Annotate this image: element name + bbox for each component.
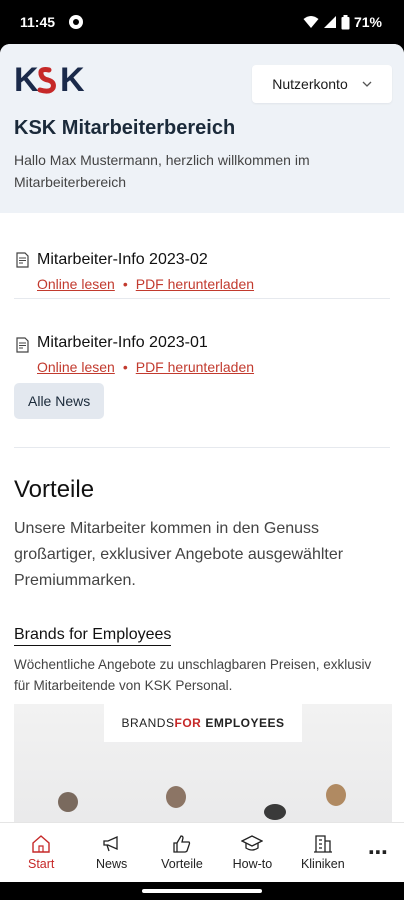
megaphone-icon [102, 835, 118, 851]
news-item: Mitarbeiter-Info 2023-01 Online lesen • … [14, 298, 390, 383]
app-screen: K K Nutzerkonto KSK Mitarbeiterbereich H… [0, 44, 404, 882]
photo-person [166, 786, 186, 808]
notification-icon [69, 15, 84, 29]
document-icon [16, 337, 29, 353]
all-news-button[interactable]: Alle News [14, 383, 105, 419]
vorteile-section: Vorteile Unsere Mitarbeiter kommen in de… [0, 448, 404, 834]
banner-text-2: FOR [174, 716, 202, 730]
signal-icon [323, 16, 336, 28]
battery-percent: 71% [353, 14, 382, 30]
link-separator: • [122, 276, 128, 292]
news-title: Mitarbeiter-Info 2023-02 [37, 251, 208, 268]
photo-person [264, 804, 286, 820]
gesture-bar [0, 882, 404, 900]
news-title: Mitarbeiter-Info 2023-01 [37, 334, 208, 351]
more-menu-button[interactable]: ⋯ [358, 840, 398, 865]
news-section: Mitarbeiter-Info 2023-02 Online lesen • … [0, 213, 404, 448]
building-icon [313, 834, 332, 853]
photo-person [58, 792, 78, 812]
account-dropdown-button[interactable]: Nutzerkonto [252, 65, 392, 103]
nav-item-kliniken[interactable]: Kliniken [288, 834, 358, 871]
nav-label: How-to [232, 856, 273, 871]
download-pdf-link[interactable]: PDF herunterladen [136, 359, 254, 375]
section-title: Vorteile [14, 476, 95, 503]
photo-person [326, 784, 346, 806]
brand-description: Wöchentliche Angebote zu unschlagbaren P… [14, 657, 372, 693]
home-indicator[interactable] [142, 889, 262, 893]
status-time: 11:45 [20, 14, 56, 30]
document-icon [16, 252, 29, 268]
banner-text-3: EMPLOYEES [205, 716, 285, 730]
battery-icon [341, 14, 350, 29]
section-description: Unsere Mitarbeiter kommen in den Genuss … [14, 520, 344, 589]
nav-label: News [95, 856, 128, 871]
nav-item-start[interactable]: Start [6, 834, 76, 871]
link-separator: • [122, 359, 128, 375]
nav-label: Vorteile [161, 856, 203, 871]
home-icon [32, 834, 50, 853]
page-header: K K Nutzerkonto KSK Mitarbeiterbereich H… [0, 44, 404, 213]
account-label: Nutzerkonto [272, 76, 348, 92]
nav-item-news[interactable]: News [76, 835, 146, 871]
status-bar: 11:45 71% [0, 0, 404, 44]
read-online-link[interactable]: Online lesen [37, 359, 115, 375]
nav-label: Kliniken [300, 856, 345, 871]
svg-text:K: K [14, 62, 39, 96]
page-title: KSK Mitarbeiterbereich [14, 117, 236, 139]
welcome-text: Hallo Max Mustermann, herzlich willkomme… [14, 152, 310, 190]
brands-for-employees-image[interactable]: BRANDS FOR EMPLOYEES [14, 704, 392, 834]
news-item: Mitarbeiter-Info 2023-02 Online lesen • … [14, 213, 390, 298]
read-online-link[interactable]: Online lesen [37, 276, 115, 292]
graduation-cap-icon [241, 834, 264, 851]
nav-label: Start [28, 856, 55, 871]
thumbs-up-icon [173, 834, 191, 853]
svg-text:K: K [60, 62, 85, 96]
download-pdf-link[interactable]: PDF herunterladen [136, 276, 254, 292]
brands-for-employees-link[interactable]: Brands for Employees [14, 626, 172, 646]
brand-banner: BRANDS FOR EMPLOYEES [104, 704, 302, 742]
banner-text-1: BRANDS [121, 716, 175, 730]
wifi-icon [303, 16, 319, 28]
nav-item-how-to[interactable]: How-to [217, 834, 287, 871]
bottom-navigation: Start News Vorteile How-to Kliniken ⋯ [0, 822, 404, 882]
chevron-down-icon [362, 81, 372, 87]
nav-item-vorteile[interactable]: Vorteile [147, 834, 217, 871]
ksk-logo[interactable]: K K [14, 62, 94, 96]
